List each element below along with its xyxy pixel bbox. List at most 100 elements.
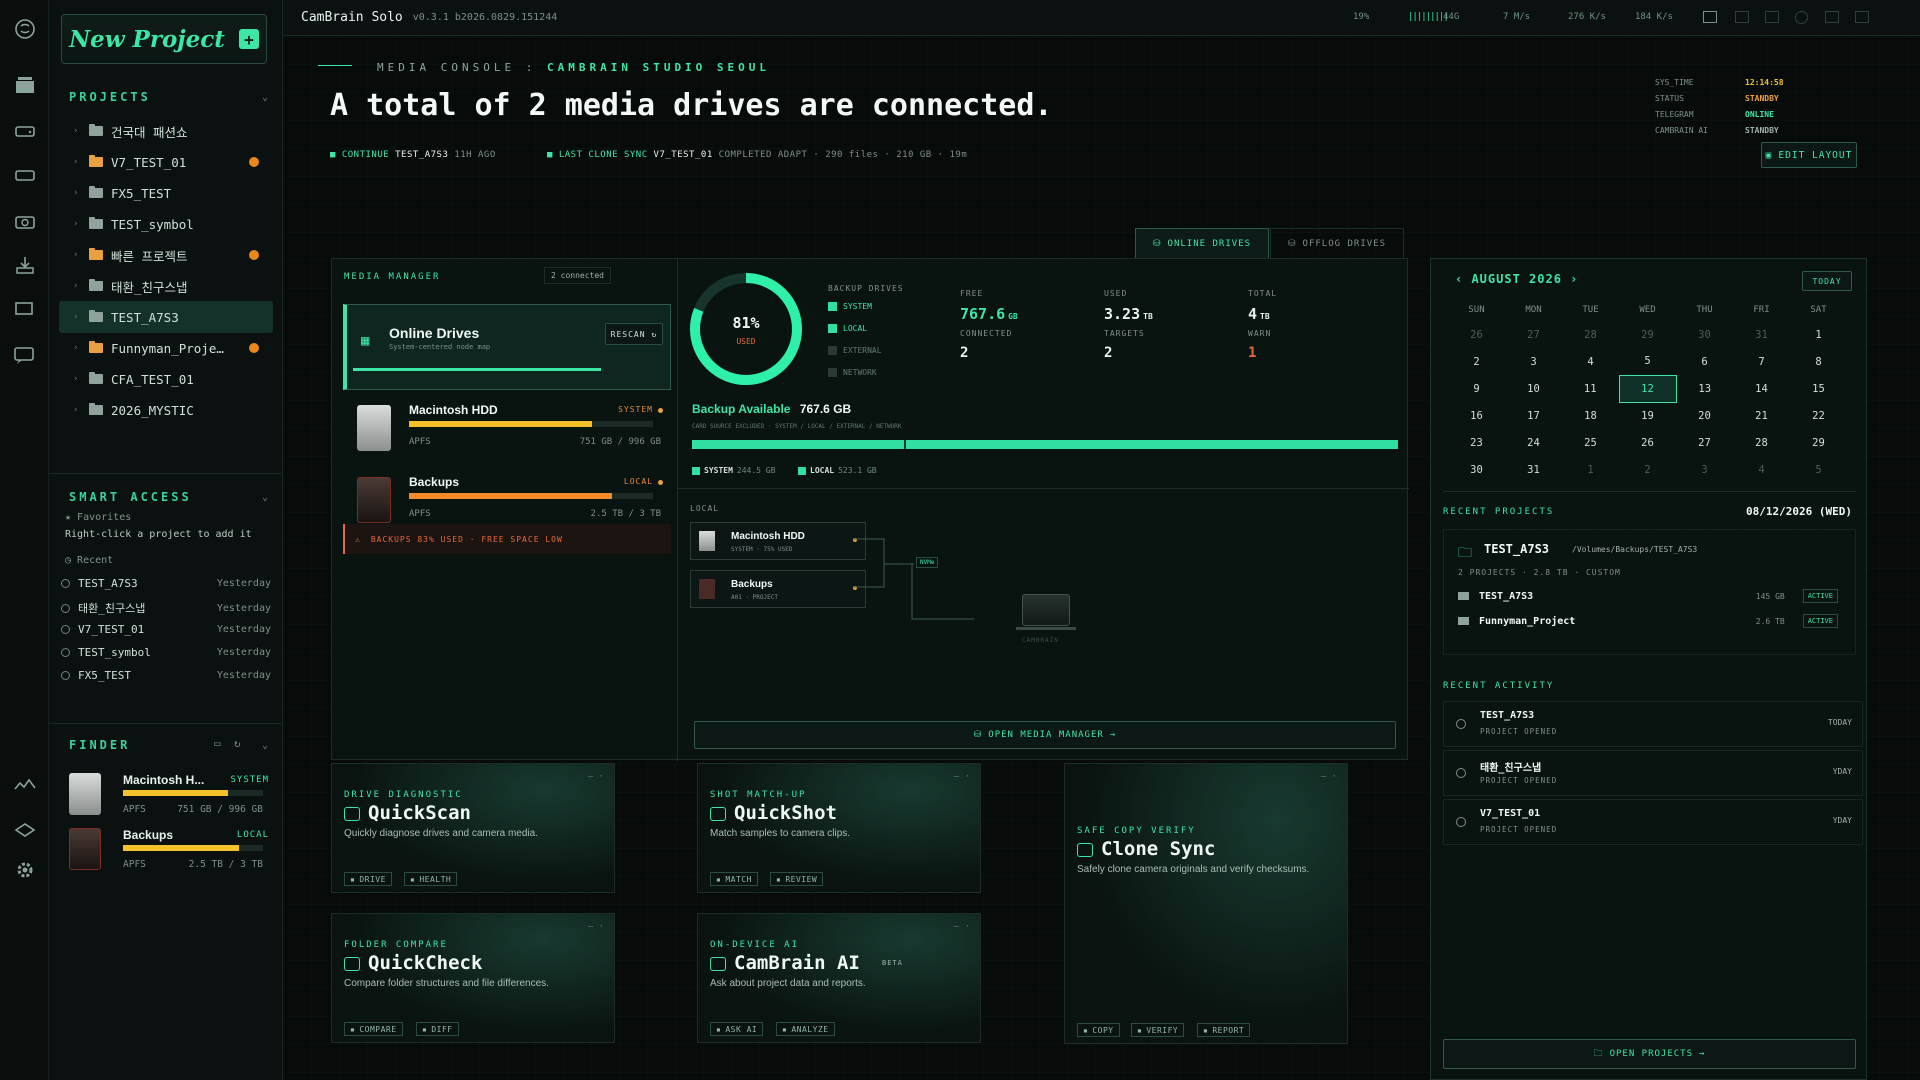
archive-icon[interactable] — [10, 70, 40, 100]
calendar-day[interactable]: 25 — [1562, 429, 1619, 456]
open-media-manager-button[interactable]: ⛁ OPEN MEDIA MANAGER → — [694, 721, 1396, 749]
project-item[interactable]: › CFA_TEST_01 — [59, 363, 273, 395]
calendar-day[interactable]: 20 — [1676, 402, 1733, 429]
backup-filter-checkbox[interactable]: LOCAL — [828, 324, 867, 333]
calendar-day[interactable]: 11 — [1562, 375, 1619, 402]
calendar-day[interactable]: 6 — [1676, 348, 1733, 375]
window-icon[interactable] — [1825, 11, 1839, 23]
calendar-day[interactable]: 31 — [1733, 321, 1790, 348]
tool-chip[interactable]: ▪ COPY — [1077, 1023, 1120, 1037]
layout-icon[interactable] — [1735, 11, 1749, 23]
continue-line[interactable]: ■ CONTINUE TEST_A7S3 11H AGO — [330, 150, 496, 160]
tool-chip[interactable]: ▪ MATCH — [710, 872, 758, 886]
calendar-day[interactable]: 5 — [1619, 348, 1676, 375]
calendar-day[interactable]: 1 — [1562, 456, 1619, 483]
tool-chip[interactable]: ▪ COMPARE — [344, 1022, 403, 1036]
calendar-day[interactable]: 2 — [1619, 456, 1676, 483]
project-item[interactable]: › FX5_TEST — [59, 177, 273, 209]
recent-item[interactable]: TEST_symbol Yesterday — [61, 646, 271, 659]
calendar-day[interactable]: 8 — [1790, 348, 1847, 375]
project-item[interactable]: › 건국대 패션쇼 — [59, 115, 273, 147]
calendar-day[interactable]: 19 — [1619, 402, 1676, 429]
tool-chip[interactable]: ▪ REVIEW — [770, 872, 824, 886]
calendar-day[interactable]: 22 — [1790, 402, 1847, 429]
calendar-day[interactable]: 3 — [1505, 348, 1562, 375]
drive-check-icon[interactable] — [10, 160, 40, 190]
more-icon[interactable]: — · — [954, 772, 970, 782]
brain-logo-icon[interactable] — [10, 14, 40, 44]
tool-chip[interactable]: ▪ HEALTH — [404, 872, 458, 886]
open-projects-button[interactable]: 🗀 OPEN PROJECTS → — [1443, 1039, 1856, 1069]
calendar-day[interactable]: 2 — [1448, 348, 1505, 375]
drive-row[interactable]: Macintosh HDD SYSTEM APFS 751 GB / 996 GB — [343, 399, 671, 463]
calendar-day[interactable]: 17 — [1505, 402, 1562, 429]
tool-chip[interactable]: ▪ DIFF — [416, 1022, 459, 1036]
import-icon[interactable] — [10, 250, 40, 280]
calendar-day[interactable]: 10 — [1505, 375, 1562, 402]
today-button[interactable]: TODAY — [1802, 271, 1852, 291]
tool-chip[interactable]: ▪ REPORT — [1197, 1023, 1251, 1037]
recent-project-row[interactable]: TEST_A7S3 145 GB ACTIVE — [1458, 586, 1838, 606]
recent-project-group[interactable]: 🗀 TEST_A7S3 /Volumes/Backups/TEST_A7S3 2… — [1443, 529, 1856, 655]
activity-item[interactable]: TEST_A7S3 PROJECT OPENED TODAY — [1443, 701, 1863, 747]
rescan-button[interactable]: RESCAN ↻ — [605, 323, 663, 345]
recent-project-row[interactable]: Funnyman_Project 2.6 TB ACTIVE — [1458, 611, 1838, 631]
tool-chip[interactable]: ▪ VERIFY — [1131, 1023, 1185, 1037]
calendar-day[interactable]: 30 — [1448, 456, 1505, 483]
recent-item[interactable]: TEST_A7S3 Yesterday — [61, 577, 271, 590]
project-item[interactable]: › TEST_symbol — [59, 208, 273, 240]
edit-layout-button[interactable]: ▣ EDIT LAYOUT — [1761, 142, 1857, 168]
calendar-day[interactable]: 3 — [1676, 456, 1733, 483]
calendar-day[interactable]: 30 — [1676, 321, 1733, 348]
calendar-day[interactable]: 5 — [1790, 456, 1847, 483]
calendar-day[interactable]: 29 — [1790, 429, 1847, 456]
backup-filter-checkbox[interactable]: EXTERNAL — [828, 346, 882, 355]
calendar-day[interactable]: 9 — [1448, 375, 1505, 402]
drive-node[interactable]: Macintosh HDD SYSTEM · 75% USED — [690, 522, 866, 560]
status-icon[interactable] — [1795, 11, 1808, 24]
online-drives-card[interactable]: ▦ Online Drives System-centered node map… — [343, 304, 671, 390]
activity-item[interactable]: 태환_친구스냅 PROJECT OPENED YDAY — [1443, 750, 1863, 796]
chevron-down-icon[interactable]: ⌄ — [262, 492, 268, 503]
tool-card-quickshot[interactable]: SHOT MATCH-UP QuickShot Match samples to c… — [697, 763, 981, 893]
recent-item[interactable]: 태환_친구스냅 Yesterday — [61, 600, 271, 616]
sidebar-toggle-icon[interactable] — [1703, 11, 1717, 23]
tool-card-quickscan[interactable]: DRIVE DIAGNOSTIC QuickScan Quickly diagnos… — [331, 763, 615, 893]
calendar-day[interactable]: 24 — [1505, 429, 1562, 456]
finder-drive[interactable]: Macintosh H... SYSTEM APFS 751 GB / 996 GB — [69, 773, 269, 823]
calendar-day[interactable]: 26 — [1619, 429, 1676, 456]
camera-icon[interactable] — [10, 206, 40, 236]
activity-icon[interactable] — [10, 770, 40, 800]
tab-online-drives[interactable]: ⛁ ONLINE DRIVES — [1135, 228, 1269, 258]
project-item[interactable]: › 태환_친구스냅 — [59, 270, 273, 302]
refresh-icon[interactable]: ↻ — [234, 737, 241, 750]
calendar-day[interactable]: 13 — [1676, 375, 1733, 402]
project-item[interactable]: › V7_TEST_01 — [59, 146, 273, 178]
chat-icon[interactable] — [10, 340, 40, 370]
tool-card-clone-sync[interactable]: SAFE COPY VERIFY Clone Sync Safely clone c… — [1064, 763, 1348, 1044]
settings-gear-icon[interactable] — [10, 855, 40, 885]
project-item[interactable]: › TEST_A7S3 — [59, 301, 273, 333]
project-item[interactable]: › 빠른 프로젝트 — [59, 239, 273, 271]
grid-icon[interactable] — [1765, 11, 1779, 23]
more-icon[interactable]: — · — [954, 922, 970, 932]
chevron-left-icon[interactable]: ‹ — [1455, 272, 1471, 286]
window-icon[interactable] — [1855, 11, 1869, 23]
calendar-day[interactable]: 27 — [1505, 321, 1562, 348]
chevron-down-icon[interactable]: ⌄ — [262, 740, 268, 751]
tool-card-cambrain-ai[interactable]: ON-DEVICE AI CamBrain AI BETA Ask about pro… — [697, 913, 981, 1043]
tool-chip[interactable]: ▪ ANALYZE — [776, 1022, 835, 1036]
tool-chip[interactable]: ▪ ASK AI — [710, 1022, 764, 1036]
folder-add-icon[interactable]: ▭ — [214, 737, 221, 750]
backup-filter-checkbox[interactable]: NETWORK — [828, 368, 877, 377]
calendar-day[interactable]: 31 — [1505, 456, 1562, 483]
calendar-day[interactable]: 4 — [1562, 348, 1619, 375]
project-item[interactable]: › Funnyman_Proje… — [59, 332, 273, 364]
finder-drive[interactable]: Backups LOCAL APFS 2.5 TB / 3 TB — [69, 828, 269, 878]
calendar-day[interactable]: 1 — [1790, 321, 1847, 348]
drive-icon[interactable] — [10, 116, 40, 146]
calendar-day[interactable]: 4 — [1733, 456, 1790, 483]
tool-chip[interactable]: ▪ DRIVE — [344, 872, 392, 886]
more-icon[interactable]: — · — [1321, 772, 1337, 782]
project-item[interactable]: › 2026_MYSTIC — [59, 394, 273, 426]
